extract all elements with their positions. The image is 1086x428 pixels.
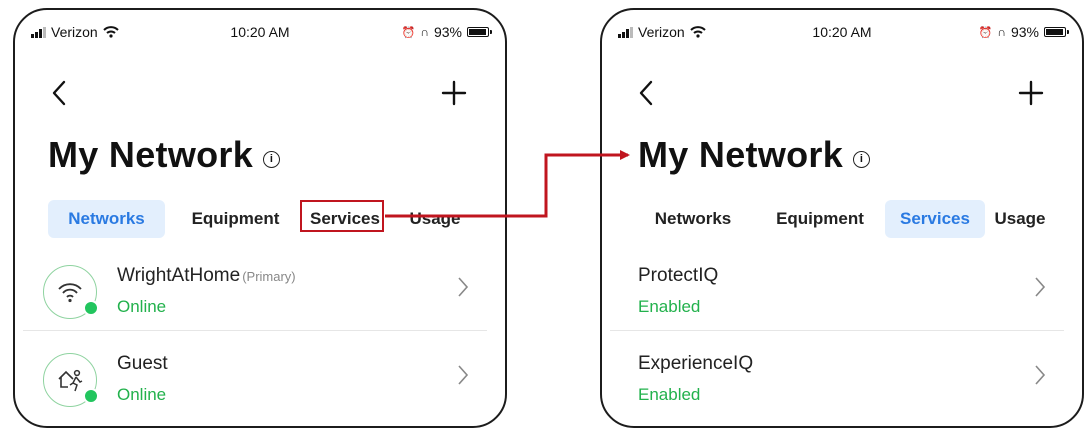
- service-name: ExperienceIQ: [638, 353, 754, 374]
- carrier-name: Verizon: [638, 24, 685, 40]
- tab-equipment[interactable]: Equipment: [760, 200, 880, 238]
- guest-network-icon: [58, 369, 83, 392]
- status-time: 10:20 AM: [812, 24, 872, 40]
- service-name: ProtectIQ: [638, 265, 719, 286]
- tab-equipment[interactable]: Equipment: [173, 200, 298, 238]
- service-status: Enabled: [638, 385, 701, 404]
- battery-icon: [1044, 27, 1069, 37]
- signal-icon: [618, 26, 633, 38]
- info-icon[interactable]: i: [853, 150, 871, 168]
- network-name: WrightAtHome: [117, 265, 241, 286]
- page-title: My Network i: [48, 134, 281, 176]
- chevron-right-icon: [458, 365, 469, 385]
- network-status: Online: [117, 297, 167, 316]
- tab-usage[interactable]: Usage: [400, 200, 470, 238]
- add-plus-icon[interactable]: [441, 80, 467, 106]
- status-bar: Verizon 10:20 AM ⏰ ∩ 93%: [602, 22, 1082, 44]
- wifi-icon: [58, 283, 82, 303]
- list-item-service-experienceiq[interactable]: ExperienceIQ Enabled: [622, 345, 1068, 426]
- battery-icon: [467, 27, 492, 37]
- service-status: Enabled: [638, 297, 701, 316]
- info-icon[interactable]: i: [263, 150, 281, 168]
- tab-usage[interactable]: Usage: [988, 200, 1052, 238]
- phone-screen-right: Verizon 10:20 AM ⏰ ∩ 93% My Network i Ne…: [600, 8, 1084, 428]
- alarm-icon: ⏰: [401, 26, 416, 39]
- back-chevron-icon[interactable]: [49, 76, 69, 110]
- chevron-right-icon: [1035, 365, 1046, 385]
- wifi-status-icon: [103, 26, 119, 38]
- alarm-icon: ⏰: [978, 26, 993, 39]
- battery-percent: 93%: [433, 24, 462, 40]
- tab-networks[interactable]: Networks: [638, 200, 748, 238]
- tab-bar: Networks Equipment Services Usage: [602, 200, 1082, 238]
- tab-bar: Networks Equipment Services Usage: [15, 200, 505, 238]
- chevron-right-icon: [1035, 277, 1046, 297]
- battery-percent: 93%: [1010, 24, 1039, 40]
- services-tab-highlight: [300, 200, 384, 232]
- primary-tag: (Primary): [242, 269, 296, 284]
- divider: [23, 330, 487, 331]
- carrier-name: Verizon: [51, 24, 98, 40]
- status-bar: Verizon 10:20 AM ⏰ ∩ 93%: [15, 22, 505, 44]
- status-time: 10:20 AM: [230, 24, 290, 40]
- wifi-status-icon: [690, 26, 706, 38]
- network-name: Guest: [117, 353, 168, 374]
- network-status: Online: [117, 385, 167, 404]
- chevron-right-icon: [458, 277, 469, 297]
- list-item-network-guest[interactable]: Guest Online: [35, 345, 491, 426]
- back-chevron-icon[interactable]: [636, 76, 656, 110]
- online-indicator: [83, 300, 99, 316]
- add-plus-icon[interactable]: [1018, 80, 1044, 106]
- page-title: My Network i: [638, 134, 871, 176]
- tab-services[interactable]: Services: [885, 200, 985, 238]
- headphones-icon: ∩: [420, 25, 429, 39]
- signal-icon: [31, 26, 46, 38]
- divider: [610, 330, 1064, 331]
- tab-networks[interactable]: Networks: [48, 200, 165, 238]
- phone-screen-left: Verizon 10:20 AM ⏰ ∩ 93% My Network i Ne…: [13, 8, 507, 428]
- online-indicator: [83, 388, 99, 404]
- headphones-icon: ∩: [997, 25, 1006, 39]
